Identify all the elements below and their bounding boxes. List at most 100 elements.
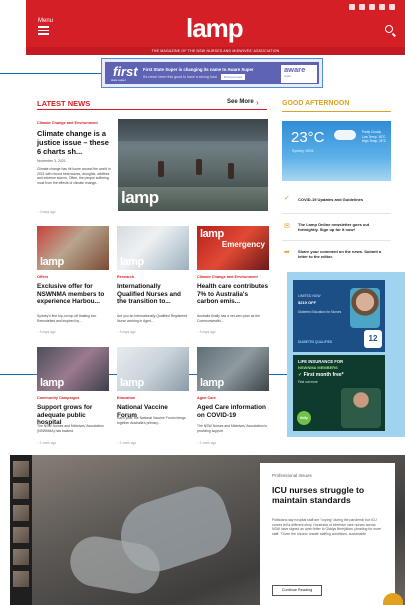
card-excerpt: Each year, the National Vaccine Forum br… [117, 416, 186, 425]
thumbnail[interactable] [13, 505, 29, 521]
ad-banner[interactable]: first state super First State Super is c… [101, 58, 323, 88]
featured-date: November 3, 2021 [37, 159, 66, 163]
card-excerpt: The NSW Nurses and Midwives' Association… [197, 424, 267, 433]
weather-location: Sydney, NSW [292, 149, 314, 153]
card-category[interactable]: Climate Change and Environment [197, 275, 258, 279]
lamp-watermark: lamp [200, 228, 224, 240]
emergency-sign: Emergency [221, 240, 265, 249]
lamp-watermark: lamp [121, 188, 159, 207]
ad2-portrait [341, 388, 381, 428]
ad-logo-sub: state super [111, 78, 126, 82]
card-image[interactable]: lamp [117, 226, 189, 270]
chevron-right-icon[interactable]: › [256, 98, 259, 107]
card-category[interactable]: Research [117, 275, 134, 279]
weather-high: High Temp. 26°C [362, 139, 387, 144]
weather-details: Partly Cloudy Low Temp. 18°C High Temp. … [362, 130, 386, 144]
ad-find-out-more-button[interactable]: Find out more [221, 74, 245, 80]
thumbnail[interactable] [13, 527, 29, 543]
aware-logo-sub: super [284, 74, 291, 78]
facebook-icon[interactable] [359, 4, 365, 10]
ad1-portrait [350, 288, 380, 328]
lamp-watermark: lamp [120, 256, 144, 268]
share-icon: ➦ [284, 249, 290, 256]
card-meta: 1 week ago [117, 441, 136, 445]
weather-widget: 23°C Sydney, NSW Partly Cloudy Low Temp.… [282, 121, 391, 181]
card-meta: 5 days ago [117, 330, 136, 334]
card-excerpt: Sydney's first top-on top-off floating b… [37, 314, 97, 323]
card-image[interactable]: lamp [117, 347, 189, 391]
first-state-super-logo: first [113, 64, 138, 79]
aware-super-logo: aware super [281, 65, 317, 83]
check-icon: ✓ [284, 195, 290, 202]
card-meta: 5 days ago [197, 330, 216, 334]
linkedin-icon[interactable] [389, 4, 395, 10]
callout-line-top [0, 73, 101, 74]
featured-category[interactable]: Climate Change and Environment [37, 121, 98, 125]
sidebar-divider [282, 240, 391, 241]
hamburger-menu-icon[interactable] [38, 26, 49, 37]
thumbnail-strip [10, 455, 32, 605]
card-image[interactable]: Emergency lamp [197, 226, 269, 270]
feature-hero: Professional Issues ICU nurses struggle … [10, 455, 405, 605]
ad2-line3: ✓ First month free* [298, 372, 344, 378]
ad1-line1: LIMITED NOW [298, 294, 321, 298]
card-image[interactable]: lamp [197, 347, 269, 391]
thumbnail[interactable] [13, 549, 29, 565]
card-image[interactable]: lamp [37, 226, 109, 270]
card-headline[interactable]: Internationally Qualified Nurses and the… [117, 283, 189, 306]
featured-headline[interactable]: Climate change is a justice issue – thes… [37, 129, 111, 156]
greeting-heading: GOOD AFTERNOON [282, 100, 350, 107]
thumbnail[interactable] [13, 571, 29, 587]
feature-headline[interactable]: ICU nurses struggle to maintain standard… [272, 485, 387, 505]
card-headline[interactable]: Health care contributes 7% to Australia'… [197, 283, 269, 306]
sidebar-item-newsletter[interactable]: The Lamp Online newsletter goes out fort… [298, 222, 388, 232]
twitter-icon[interactable] [369, 4, 375, 10]
card-headline[interactable]: Aged Care information on COVID-19 [197, 404, 269, 419]
ad1-line3: Diabetes Education for Nurses [298, 310, 342, 314]
card-category[interactable]: Offers [37, 275, 48, 279]
search-icon[interactable] [385, 25, 393, 33]
ad-subline: It's never been this good to have a stro… [143, 75, 217, 79]
card-meta: 5 days ago [37, 330, 56, 334]
site-header: Menu lamp [26, 0, 405, 47]
aware-logo-text: aware [284, 65, 306, 74]
diabetes-ad[interactable]: LIMITED NOW $219 OFF Diabetes Education … [293, 280, 385, 352]
card-headline[interactable]: Exclusive offer for NSWNMA members to ex… [37, 283, 109, 306]
youtube-icon[interactable] [379, 4, 385, 10]
feature-excerpt: Politicians say hospital staff are "copi… [272, 518, 381, 536]
card-excerpt: The NSW Nurses and Midwives' Association… [37, 424, 104, 433]
heading-divider [37, 109, 267, 110]
continue-reading-button[interactable]: Continue Reading [272, 585, 322, 596]
ad2-line4[interactable]: Find out more [298, 380, 318, 384]
site-logo[interactable]: lamp [186, 13, 244, 44]
card-category[interactable]: Community Campaigns [37, 396, 79, 400]
sidebar-item-letter[interactable]: Share your comment on the news. Submit a… [298, 249, 388, 259]
card-image[interactable]: lamp [37, 347, 109, 391]
feature-category[interactable]: Professional Issues [272, 473, 312, 478]
sidebar-item-covid[interactable]: COVID-19 Updates and Guidelines [298, 197, 388, 202]
card-meta: 1 week ago [37, 441, 56, 445]
ad2-line1: LIFE INSURANCE FOR [298, 359, 344, 364]
lamp-watermark: lamp [40, 256, 64, 268]
ad-headline: First State Super is changing its name t… [143, 67, 254, 72]
feature-card: Professional Issues ICU nurses struggle … [260, 463, 403, 605]
site-tagline: THE MAGAZINE OF THE NSW NURSES AND MIDWI… [26, 47, 405, 55]
corner-badge [383, 593, 403, 605]
mail-icon: ✉ [284, 223, 290, 230]
latest-news-heading: LATEST NEWS [37, 99, 91, 108]
thumbnail[interactable] [13, 483, 29, 499]
menu-label: Menu [38, 18, 54, 24]
greeting-divider [282, 111, 391, 112]
card-excerpt: Australia finally has a net-zero plan as… [197, 314, 260, 323]
thumbnail[interactable] [13, 461, 29, 477]
card-category[interactable]: Aged Care [197, 396, 216, 400]
card-category[interactable]: Education [117, 396, 135, 400]
ad-banner-body: first state super First State Super is c… [105, 62, 319, 84]
featured-image[interactable]: lamp [118, 119, 268, 211]
weather-temp: 23°C [291, 129, 325, 146]
featured-meta: 3 days ago [37, 210, 56, 214]
life-insurance-ad[interactable]: LIFE INSURANCE FOR NSWNMA MEMBERS ✓ Firs… [293, 355, 385, 431]
see-more-link[interactable]: See More [227, 99, 254, 105]
social-links [349, 4, 395, 10]
instagram-icon[interactable] [349, 4, 355, 10]
